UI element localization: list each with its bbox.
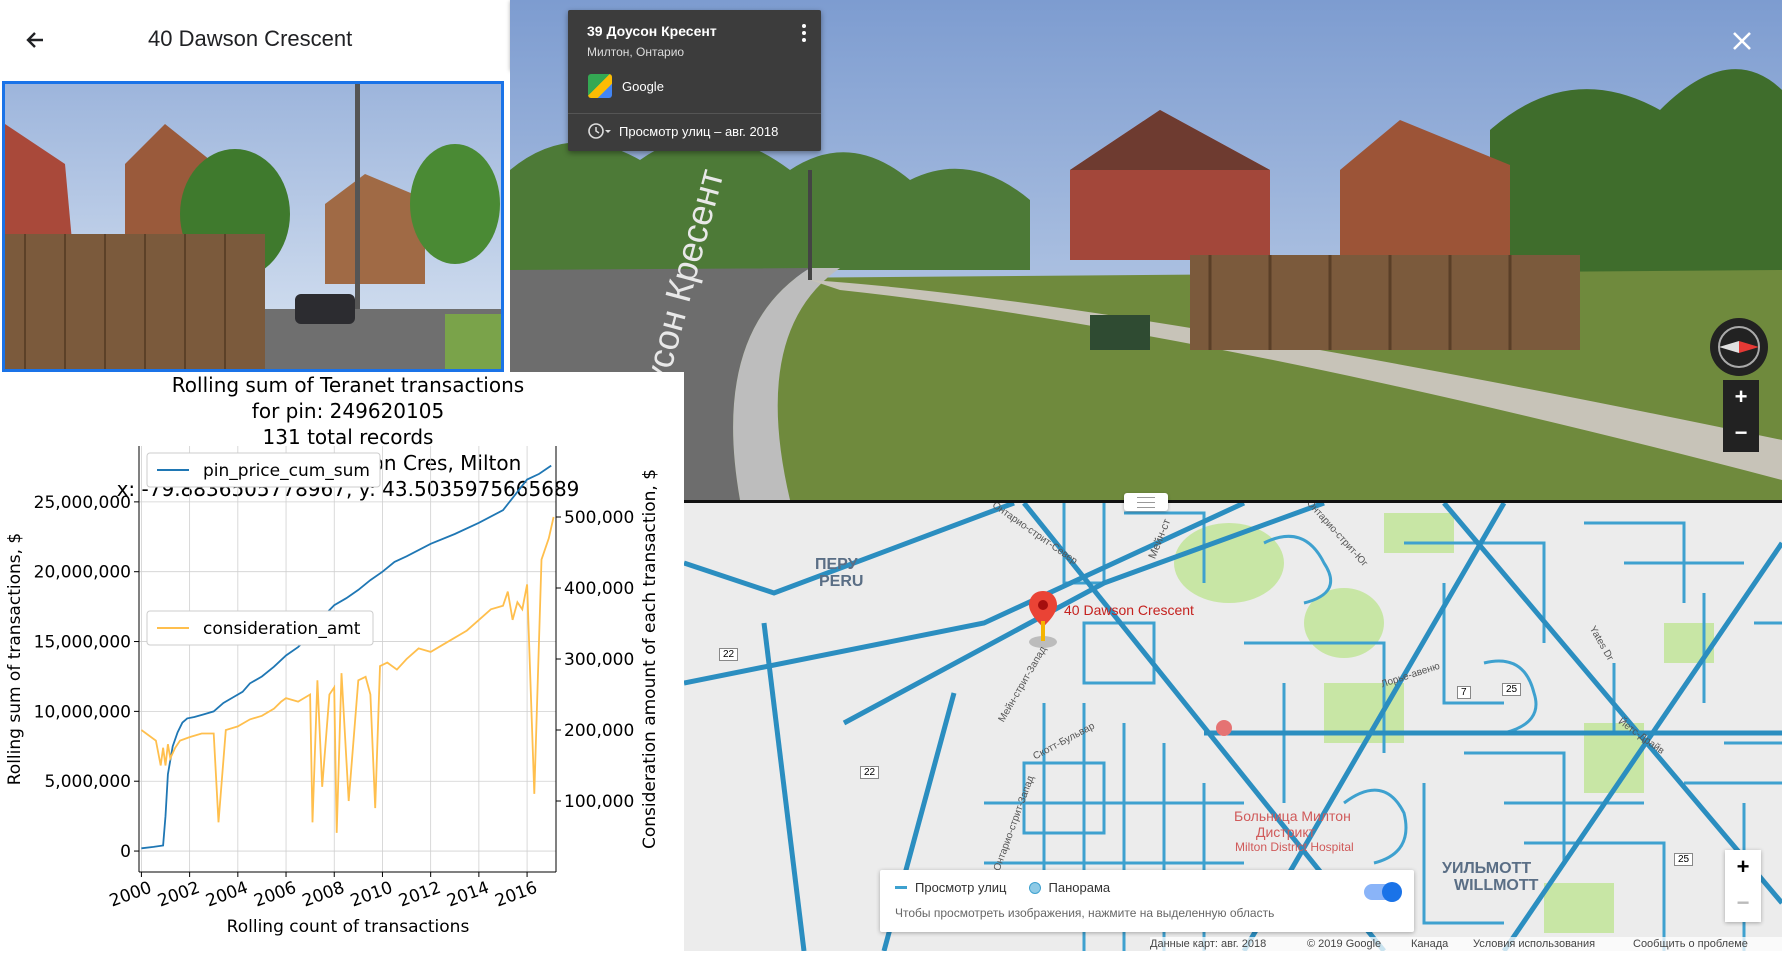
y-left-tick-label: 25,000,000 (34, 493, 131, 513)
google-maps-link[interactable]: Google (588, 74, 664, 98)
y-left-axis-label: Rolling sum of transactions, $ (5, 533, 25, 786)
copyright-label: © 2019 Google (1307, 938, 1382, 950)
map-data-label: Данные карт: авг. 2018 (1150, 938, 1267, 950)
neighbourhood-label-en: WILLMOTT (1454, 877, 1539, 894)
more-options-button[interactable] (801, 24, 807, 46)
map-zoom-out-button[interactable]: − (1725, 886, 1761, 922)
legend-hint: Чтобы просмотреть изображения, нажмите н… (895, 906, 1275, 920)
y-left-tick-label: 10,000,000 (34, 702, 131, 722)
time-travel-button[interactable]: Просмотр улиц – авг. 2018 (587, 122, 778, 140)
route-shield: 25 (1674, 853, 1694, 866)
x-tick-label: 2010 (348, 878, 395, 912)
hospital-label[interactable]: Дистрикт (1256, 824, 1315, 840)
street-view-layer-legend: Просмотр улиц Панорама Чтобы просмотреть… (880, 870, 1414, 932)
y-right-tick-label: 100,000 (564, 792, 634, 812)
chart-panel: Rolling sum of Teranet transactions for p… (0, 372, 684, 951)
street-view-info-card: 39 Доусон Кресент Милтон, Онтарио Google… (568, 10, 821, 151)
street-view-zoom: + − (1723, 380, 1759, 452)
chart-title-line: for pin: 249620105 (252, 399, 444, 423)
panorama-legend-label: Панорама (1048, 880, 1111, 895)
location-marker[interactable] (1025, 589, 1061, 654)
close-button[interactable] (1727, 26, 1757, 56)
y-right-tick-label: 500,000 (564, 508, 634, 528)
map-pin-icon (1029, 591, 1057, 648)
legend-label: pin_price_cum_sum (203, 461, 370, 481)
x-tick-label: 2004 (203, 878, 250, 912)
route-shield: 22 (719, 648, 739, 661)
provider-label: Google (622, 78, 664, 94)
place-title: 40 Dawson Crescent (148, 26, 353, 51)
neighbourhood-label-en: PERU (819, 573, 864, 590)
street-view-thumbnail[interactable] (2, 81, 504, 372)
y-right-tick-label: 400,000 (564, 579, 634, 599)
x-tick-label: 2006 (252, 878, 299, 912)
x-tick-label: 2016 (493, 878, 540, 912)
imagery-date: Просмотр улиц – авг. 2018 (619, 123, 779, 139)
x-tick-label: 2014 (444, 878, 491, 912)
y-left-tick-label: 5,000,000 (44, 772, 131, 792)
x-axis-label: Rolling count of transactions (227, 917, 470, 937)
terms-link[interactable]: Условия использования (1473, 938, 1595, 950)
close-icon (1733, 32, 1751, 50)
streetview-legend-label: Просмотр улиц (915, 880, 1007, 895)
street-view-address: 39 Доусон Кресент (587, 23, 717, 39)
streetview-layer-toggle[interactable] (1364, 882, 1402, 902)
y-left-tick-label: 0 (120, 842, 131, 862)
street-view-zoom-out-button[interactable]: − (1723, 416, 1759, 452)
compass-control[interactable] (1710, 318, 1768, 376)
chart-title-line: 131 total records (263, 425, 434, 449)
neighbourhood-label-ru: ПЕРУ (815, 556, 858, 573)
y-right-tick-label: 200,000 (564, 721, 634, 741)
series-line-pin_price_cum_sum (141, 464, 552, 850)
hospital-label[interactable]: Milton District Hospital (1235, 840, 1354, 854)
back-button[interactable] (18, 22, 54, 58)
chart-title-line: Rolling sum of Teranet transactions (172, 373, 524, 397)
neighbourhood-label-ru: УИЛЬМОТТ (1442, 860, 1532, 877)
x-tick-label: 2012 (396, 878, 443, 912)
map-footer: Данные карт: авг. 2018 © 2019 Google Кан… (1150, 937, 1782, 951)
panorama-dot-icon (1028, 881, 1041, 894)
history-icon (588, 123, 611, 139)
x-tick-label: 2002 (155, 878, 202, 912)
x-tick-label: 2008 (300, 878, 347, 912)
y-left-tick-label: 15,000,000 (34, 633, 131, 653)
arrow-left-icon (26, 32, 43, 48)
streetview-line-icon (895, 886, 907, 889)
country-link[interactable]: Канада (1411, 938, 1448, 950)
y-left-tick-label: 20,000,000 (34, 563, 131, 583)
map-zoom: + − (1725, 850, 1761, 922)
x-tick-label: 2000 (107, 878, 154, 912)
street-view-thumbnail-image (5, 84, 501, 369)
google-maps-icon (588, 74, 612, 98)
report-link[interactable]: Сообщить о проблеме (1633, 938, 1748, 950)
street-view-zoom-in-button[interactable]: + (1723, 380, 1759, 416)
rolling-sum-chart: Rolling sum of Teranet transactionsfor p… (5, 373, 660, 937)
hospital-label[interactable]: Больница Милтон (1234, 808, 1351, 824)
place-panel-header: 40 Dawson Crescent (0, 0, 508, 80)
compass-icon (1718, 326, 1760, 368)
route-shield: 22 (860, 766, 880, 779)
street-view-locality: Милтон, Онтарио (587, 45, 685, 59)
resize-handle[interactable] (1124, 493, 1168, 511)
card-divider (568, 113, 821, 114)
marker-label[interactable]: 40 Dawson Crescent (1064, 602, 1194, 618)
route-shield: 25 (1502, 683, 1522, 696)
series-line-consideration_amt (140, 516, 555, 833)
y-right-tick-label: 300,000 (564, 650, 634, 670)
map-zoom-in-button[interactable]: + (1725, 850, 1761, 886)
y-right-axis-label: Consideration amount of each transaction… (640, 469, 660, 849)
place-panel: 40 Dawson Crescent (0, 0, 508, 372)
route-shield: 7 (1457, 686, 1471, 699)
legend-label: consideration_amt (203, 619, 361, 639)
